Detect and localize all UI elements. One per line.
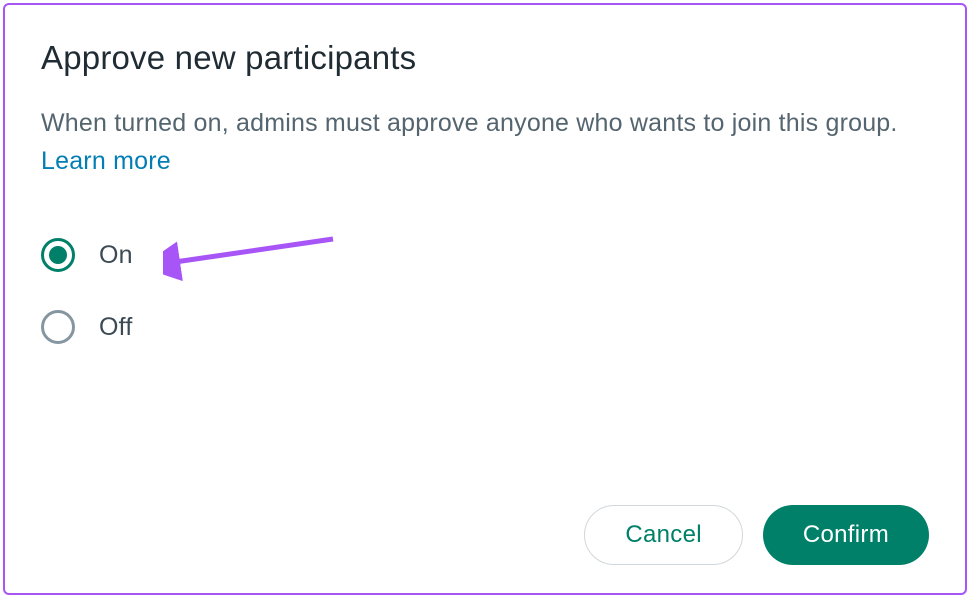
annotation-arrow-icon bbox=[163, 234, 343, 289]
dialog-footer: Cancel Confirm bbox=[41, 465, 929, 565]
description-text: When turned on, admins must approve anyo… bbox=[41, 109, 898, 137]
radio-button-unselected-icon bbox=[41, 310, 75, 344]
approve-participants-dialog: Approve new participants When turned on,… bbox=[3, 3, 967, 595]
radio-option-off[interactable]: Off bbox=[41, 310, 929, 344]
radio-label-off: Off bbox=[99, 313, 133, 342]
dialog-title: Approve new participants bbox=[41, 39, 929, 77]
radio-option-on[interactable]: On bbox=[41, 238, 929, 272]
radio-group: On Off bbox=[41, 238, 929, 344]
learn-more-link[interactable]: Learn more bbox=[41, 147, 171, 175]
dialog-description: When turned on, admins must approve anyo… bbox=[41, 105, 929, 180]
confirm-button[interactable]: Confirm bbox=[763, 505, 929, 565]
cancel-button[interactable]: Cancel bbox=[584, 505, 743, 565]
radio-button-selected-icon bbox=[41, 238, 75, 272]
radio-label-on: On bbox=[99, 241, 133, 270]
